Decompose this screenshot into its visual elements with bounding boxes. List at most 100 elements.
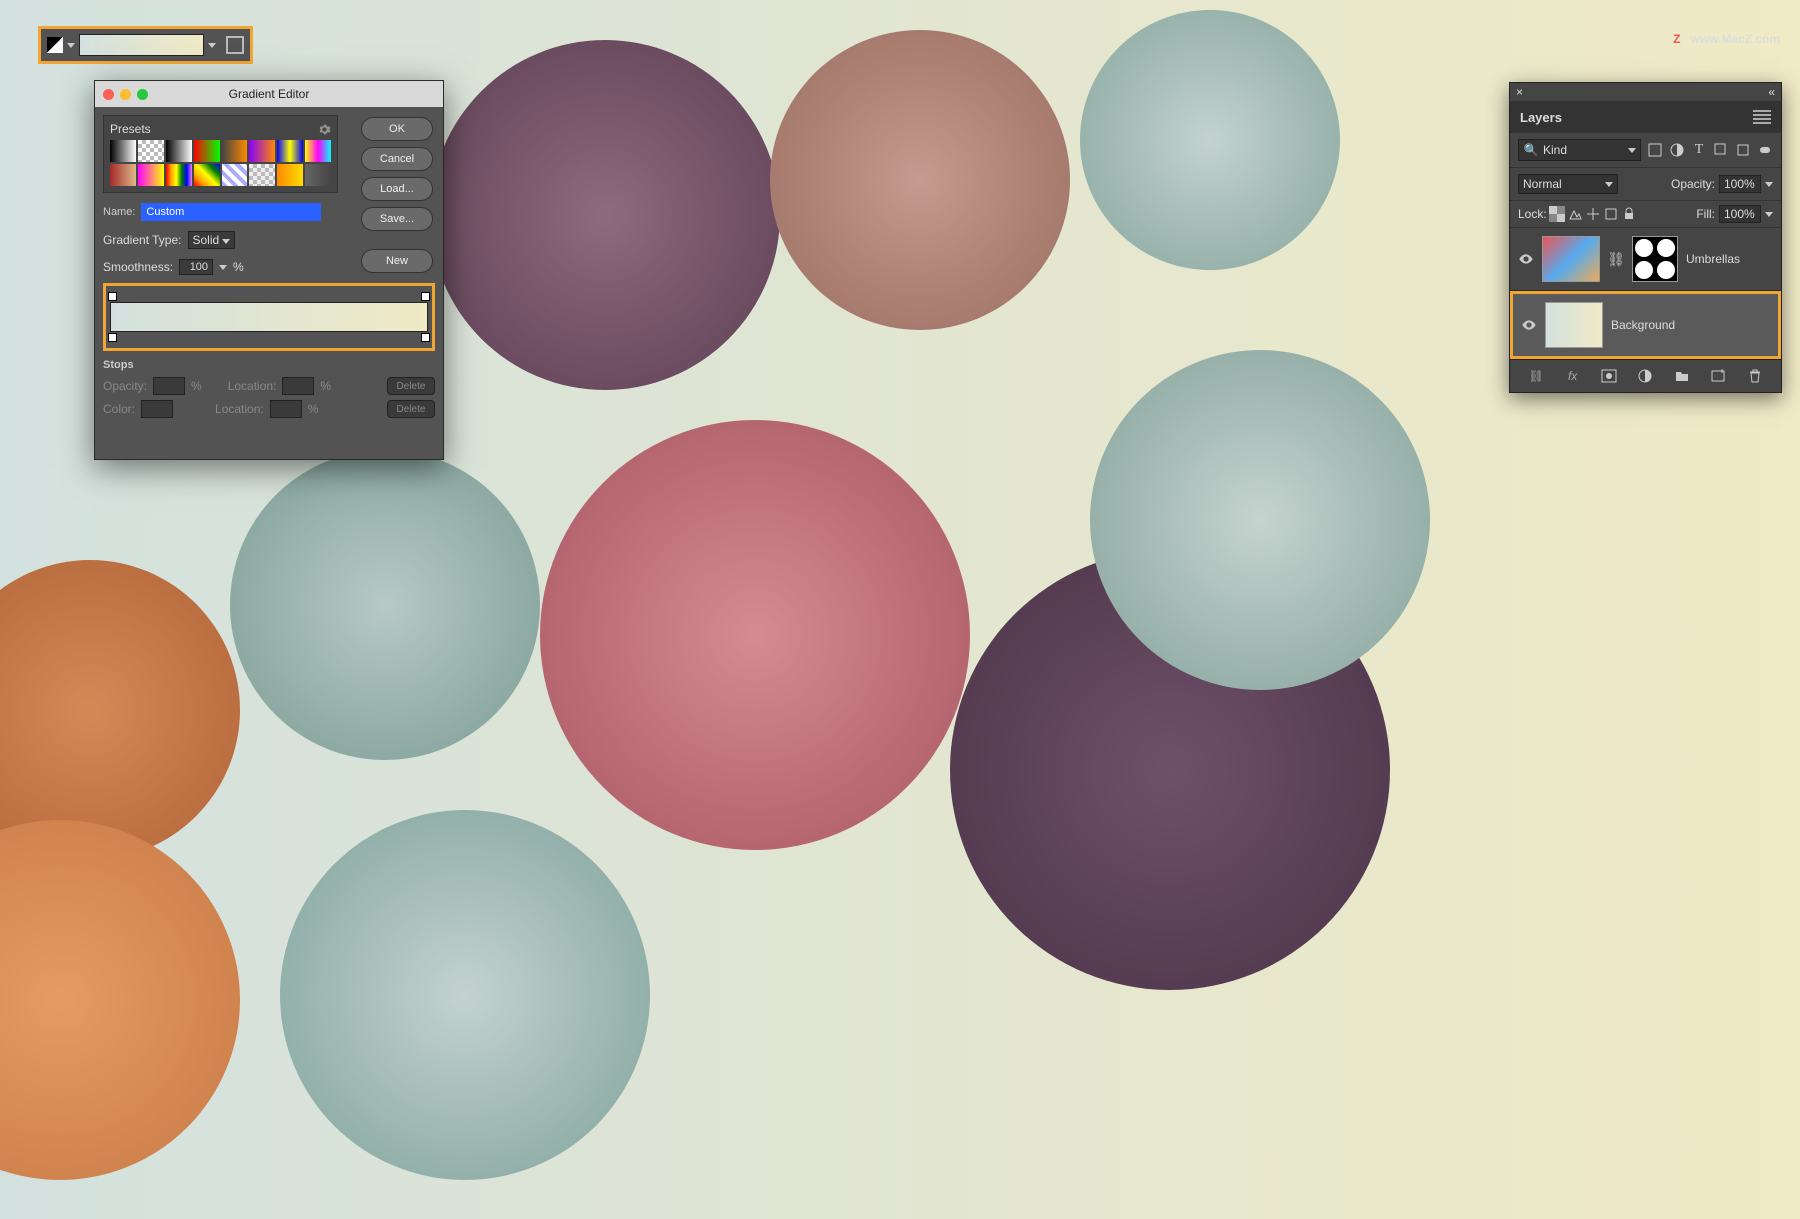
filter-type-icon[interactable]: T <box>1691 142 1707 158</box>
group-icon[interactable] <box>1674 368 1690 384</box>
filter-shape-icon[interactable] <box>1713 142 1729 158</box>
preset-swatch[interactable] <box>249 140 275 162</box>
layer-name[interactable]: Background <box>1611 318 1675 332</box>
preset-swatch[interactable] <box>277 164 303 186</box>
layer-row-selected[interactable]: Background <box>1510 291 1781 359</box>
smoothness-input[interactable]: 100 <box>179 259 213 275</box>
chevron-down-icon[interactable] <box>67 43 75 48</box>
preset-swatch[interactable] <box>305 164 331 186</box>
delete-layer-icon[interactable] <box>1747 368 1763 384</box>
close-icon[interactable]: × <box>1516 85 1523 99</box>
presets-label: Presets <box>110 122 151 136</box>
layer-thumbnail[interactable] <box>1542 236 1600 282</box>
load-button[interactable]: Load... <box>361 177 433 201</box>
color-swatch-input[interactable] <box>141 400 173 418</box>
visibility-icon[interactable] <box>1521 317 1537 333</box>
link-icon[interactable]: ⛓ <box>1608 251 1624 267</box>
umbrella-shape <box>430 40 780 390</box>
ok-button[interactable]: OK <box>361 117 433 141</box>
filter-toggle[interactable] <box>1757 142 1773 158</box>
preset-swatch[interactable] <box>194 164 220 186</box>
gradient-type-label: Gradient Type: <box>103 233 182 247</box>
visibility-icon[interactable] <box>1518 251 1534 267</box>
preset-swatch[interactable] <box>249 164 275 186</box>
lock-position-icon[interactable] <box>1585 206 1601 222</box>
umbrella-shape <box>770 30 1070 330</box>
umbrella-shape <box>230 450 540 760</box>
layer-mask-thumbnail[interactable] <box>1632 236 1678 282</box>
opacity-stop-label: Opacity: <box>103 379 147 393</box>
layers-tab[interactable]: Layers <box>1520 110 1562 125</box>
link-layers-icon[interactable]: ⛓ <box>1528 368 1544 384</box>
save-button[interactable]: Save... <box>361 207 433 231</box>
smoothness-unit: % <box>233 260 244 274</box>
fill-input[interactable]: 100% <box>1719 205 1761 223</box>
gear-icon[interactable] <box>318 123 331 136</box>
umbrella-shape <box>0 560 240 860</box>
opacity-input[interactable]: 100% <box>1719 175 1761 193</box>
preset-swatch[interactable] <box>194 140 220 162</box>
chevron-down-icon[interactable] <box>1765 212 1773 217</box>
fill-label: Fill: <box>1696 207 1715 221</box>
preset-swatch[interactable] <box>305 140 331 162</box>
preset-swatch[interactable] <box>138 140 164 162</box>
layer-name[interactable]: Umbrellas <box>1686 252 1740 266</box>
preset-swatch[interactable] <box>138 164 164 186</box>
opacity-value-input[interactable] <box>153 377 185 395</box>
filter-smartobj-icon[interactable] <box>1735 142 1751 158</box>
gradient-editor-dialog: Gradient Editor Presets OK Cancel Load..… <box>94 80 444 460</box>
lock-image-icon[interactable] <box>1567 206 1583 222</box>
name-label: Name: <box>103 206 135 218</box>
location-input[interactable] <box>282 377 314 395</box>
dialog-titlebar[interactable]: Gradient Editor <box>95 81 443 107</box>
location-input[interactable] <box>270 400 302 418</box>
preset-swatch[interactable] <box>166 164 192 186</box>
gradient-type-select[interactable]: Solid <box>188 231 236 249</box>
opacity-stop[interactable] <box>421 292 430 301</box>
preset-swatch[interactable] <box>110 164 136 186</box>
gradient-bar[interactable] <box>110 302 428 332</box>
chevron-down-icon[interactable] <box>1765 182 1773 187</box>
preset-swatch[interactable] <box>222 164 248 186</box>
adjustment-layer-icon[interactable] <box>1637 368 1653 384</box>
add-mask-icon[interactable] <box>1601 368 1617 384</box>
umbrella-shape <box>540 420 970 850</box>
dialog-title: Gradient Editor <box>95 87 443 101</box>
blend-mode-select[interactable]: Normal <box>1518 174 1618 194</box>
new-button[interactable]: New <box>361 249 433 273</box>
panel-menu-icon[interactable] <box>1753 110 1771 124</box>
filter-pixel-icon[interactable] <box>1647 142 1663 158</box>
lock-all-icon[interactable] <box>1621 206 1637 222</box>
layer-thumbnail[interactable] <box>1545 302 1603 348</box>
cancel-button[interactable]: Cancel <box>361 147 433 171</box>
gradient-mode-linear[interactable] <box>226 36 244 54</box>
layers-panel: × « Layers 🔍 Kind T Normal Opacity: 100%… <box>1509 82 1782 393</box>
layer-row[interactable]: ⛓ Umbrellas <box>1510 228 1781 291</box>
layer-fx-icon[interactable]: fx <box>1565 368 1581 384</box>
delete-stop-button[interactable]: Delete <box>387 377 435 395</box>
umbrella-shape <box>1080 10 1340 270</box>
preset-swatch[interactable] <box>277 140 303 162</box>
preset-swatch[interactable] <box>222 140 248 162</box>
lock-transparency-icon[interactable] <box>1549 206 1565 222</box>
delete-stop-button[interactable]: Delete <box>387 400 435 418</box>
chevron-down-icon[interactable] <box>208 43 216 48</box>
stops-heading: Stops <box>103 359 435 371</box>
preset-swatch[interactable] <box>166 140 192 162</box>
gradient-bar-highlight <box>103 283 435 351</box>
collapse-icon[interactable]: « <box>1768 85 1775 99</box>
color-stop[interactable] <box>108 333 117 342</box>
gradient-name-input[interactable] <box>141 203 321 221</box>
preset-swatch[interactable] <box>110 140 136 162</box>
tool-swatch[interactable] <box>47 37 63 53</box>
filter-kind-select[interactable]: 🔍 Kind <box>1518 139 1641 161</box>
lock-artboard-icon[interactable] <box>1603 206 1619 222</box>
opacity-stop[interactable] <box>108 292 117 301</box>
chevron-down-icon[interactable] <box>219 265 227 270</box>
search-icon: 🔍 <box>1523 142 1539 158</box>
new-layer-icon[interactable] <box>1710 368 1726 384</box>
filter-adjustment-icon[interactable] <box>1669 142 1685 158</box>
color-stop[interactable] <box>421 333 430 342</box>
presets-panel: Presets <box>103 115 338 193</box>
gradient-preview[interactable] <box>79 34 204 56</box>
